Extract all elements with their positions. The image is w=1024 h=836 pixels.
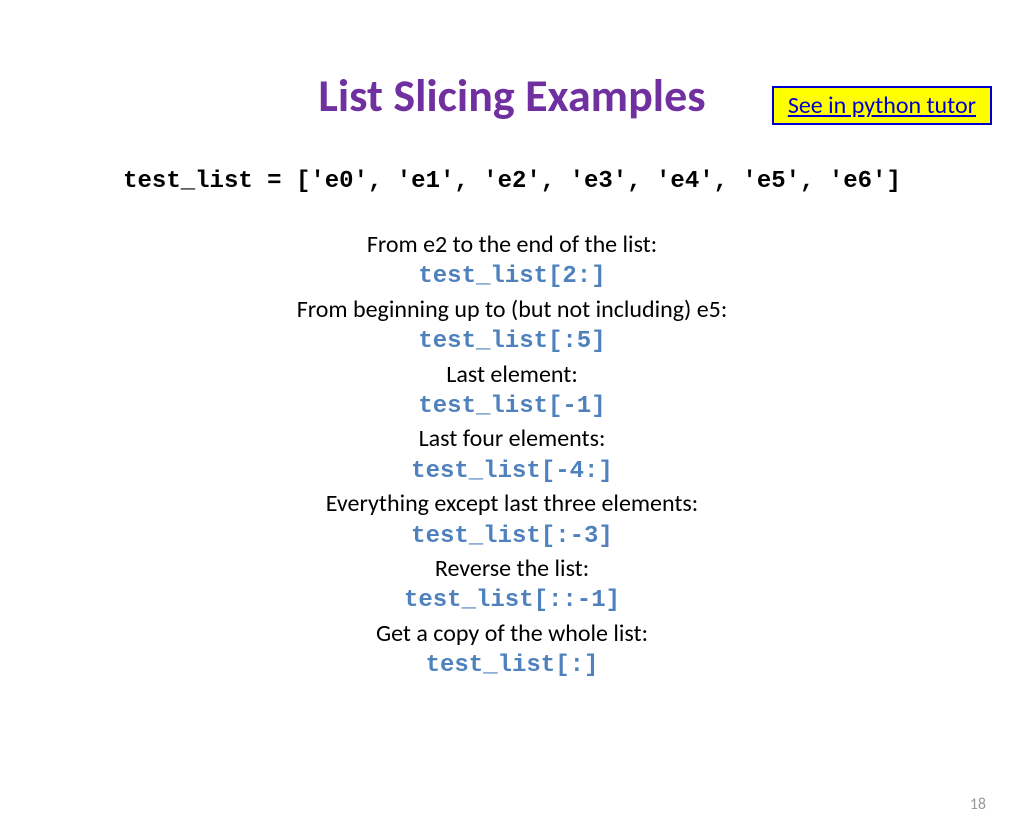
example-desc: From beginning up to (but not including)… xyxy=(0,294,1024,326)
example-desc: Get a copy of the whole list: xyxy=(0,618,1024,650)
page-number: 18 xyxy=(970,795,986,814)
example-code: test_list[-1] xyxy=(0,391,1024,423)
example-desc: Reverse the list: xyxy=(0,553,1024,585)
examples-block: From e2 to the end of the list: test_lis… xyxy=(0,229,1024,682)
example-code: test_list[::-1] xyxy=(0,585,1024,617)
example-desc: Last four elements: xyxy=(0,423,1024,455)
example-code: test_list[2:] xyxy=(0,261,1024,293)
slide-content: test_list = ['e0', 'e1', 'e2', 'e3', 'e4… xyxy=(0,168,1024,682)
example-code: test_list[:-3] xyxy=(0,521,1024,553)
python-tutor-link[interactable]: See in python tutor xyxy=(772,86,992,125)
example-code: test_list[:] xyxy=(0,650,1024,682)
example-code: test_list[-4:] xyxy=(0,456,1024,488)
example-desc: From e2 to the end of the list: xyxy=(0,229,1024,261)
list-declaration: test_list = ['e0', 'e1', 'e2', 'e3', 'e4… xyxy=(0,168,1024,195)
example-desc: Last element: xyxy=(0,359,1024,391)
example-code: test_list[:5] xyxy=(0,326,1024,358)
example-desc: Everything except last three elements: xyxy=(0,488,1024,520)
